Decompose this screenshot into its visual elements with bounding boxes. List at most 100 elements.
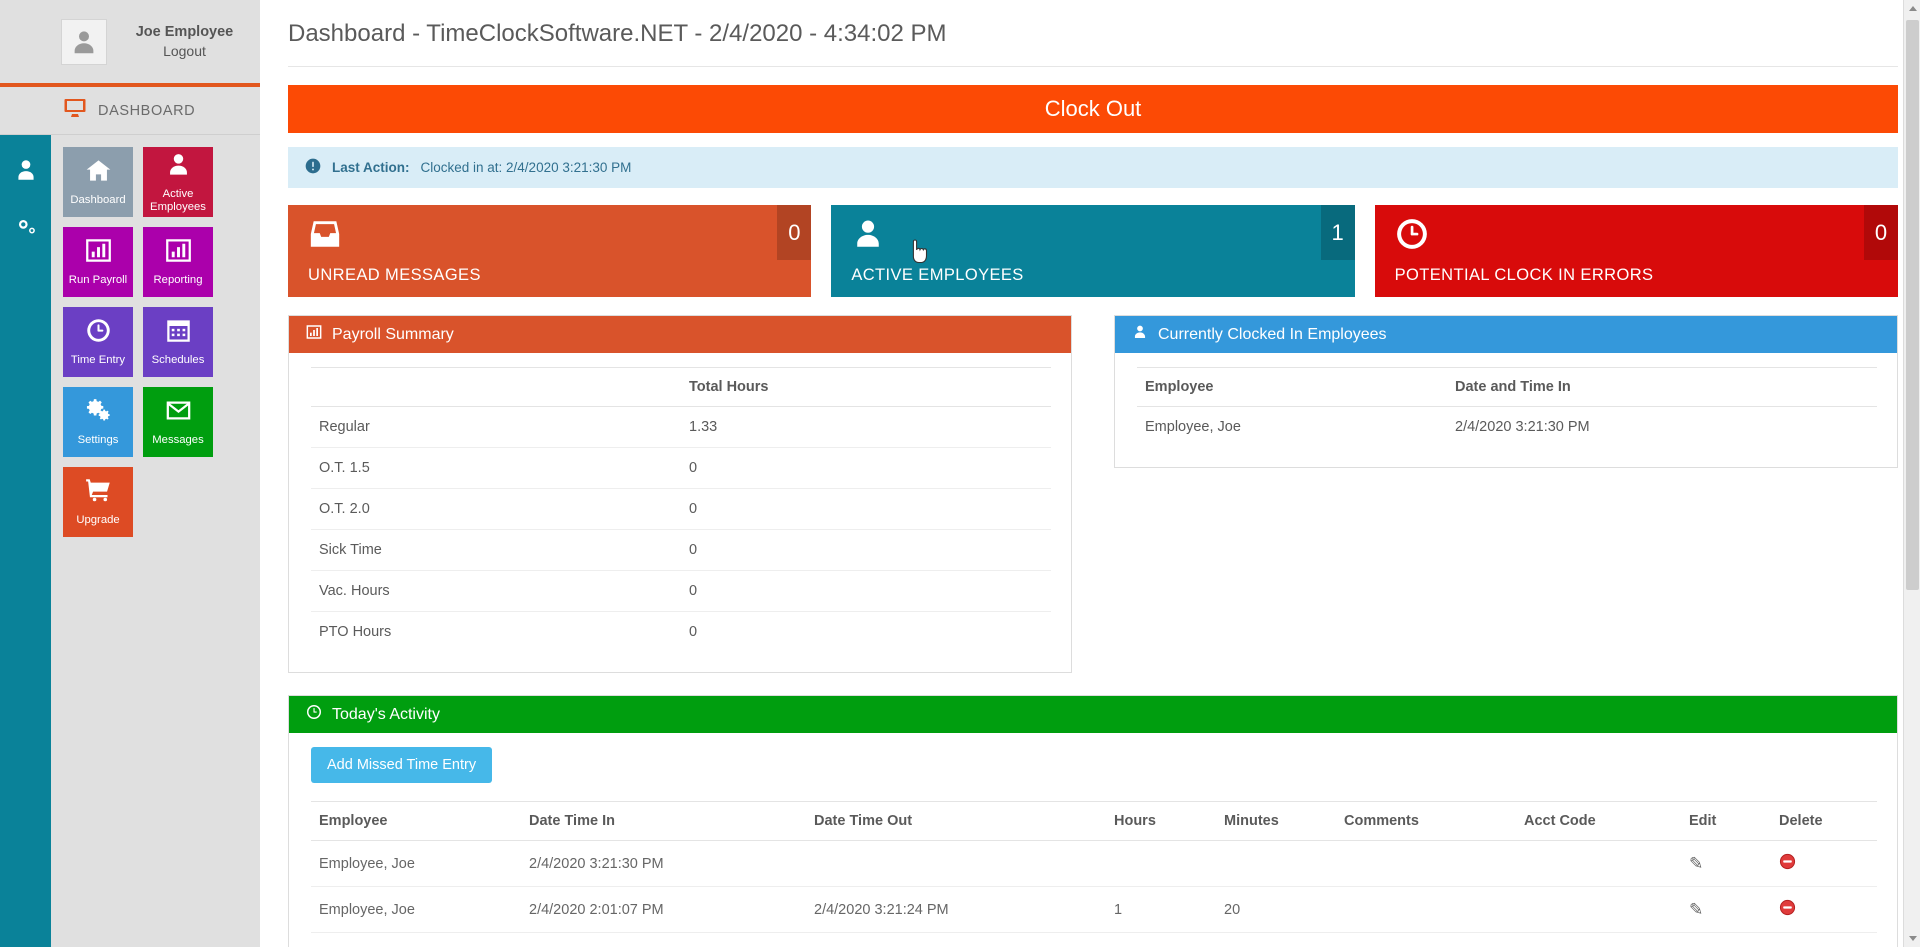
sidebar-item-label: Settings [77,434,119,446]
currently-clocked-in-header: Currently Clocked In Employees [1115,316,1897,353]
avatar [61,18,107,65]
rail-gears-icon[interactable] [11,211,41,241]
column-header-comments: Comments [1336,801,1516,841]
stat-card-unread-messages[interactable]: UNREAD MESSAGES 0 [288,205,812,297]
sidebar-item-run-payroll[interactable]: Run Payroll [63,227,133,297]
currently-clocked-in-title: Currently Clocked In Employees [1158,325,1387,343]
column-header-total-hours: Total Hours [681,367,1051,407]
column-header-blank [311,367,681,407]
cell-comments [1336,840,1516,887]
cell-edit: ✎ [1681,886,1771,933]
sidebar: Joe Employee Logout DASHBOARD Dashboard … [51,0,260,947]
column-header-delete: Delete [1771,801,1877,841]
user-meta: Joe Employee Logout [119,23,250,60]
sidebar-item-schedules[interactable]: Schedules [143,307,213,377]
cell-date-time-in: 2/4/2020 2:01:07 PM [521,886,806,933]
payroll-summary-panel: Payroll Summary Total Hours Regular 1.33… [288,315,1072,673]
row-label: Vac. Hours [311,570,681,612]
sidebar-tiles: Dashboard Active Employees Run Payroll R… [51,135,260,537]
column-header-employee: Employee [311,801,521,841]
column-header-date-time-out: Date Time Out [806,801,1106,841]
rail-spacer-mid [0,87,51,135]
last-action-label: Last Action: [332,160,410,175]
chevron-up-icon [1908,6,1917,11]
user-icon [831,205,1354,256]
cell-date-time-out: 2/4/2020 3:21:24 PM [806,886,1106,933]
clock-icon [85,317,112,349]
cell-minutes: 20 [1216,886,1336,933]
todays-activity-header: Today's Activity [289,696,1897,733]
scroll-up-button[interactable] [1904,0,1920,17]
delete-circle-icon[interactable] [1779,899,1796,920]
stat-card-potential-clock-in-errors[interactable]: POTENTIAL CLOCK IN ERRORS 0 [1374,205,1898,297]
sidebar-item-reporting[interactable]: Reporting [143,227,213,297]
pencil-icon[interactable]: ✎ [1689,900,1703,919]
chart-bar-icon [85,237,112,269]
table-row: PTO Hours 0 [311,612,1051,653]
column-header-minutes: Minutes [1216,801,1336,841]
row-label: PTO Hours [319,624,392,640]
cell-acct-code [1516,840,1681,887]
payroll-summary-table: Total Hours Regular 1.33 O.T. 1.5 0 O.T.… [311,367,1051,652]
table-row: Sick Time 0 [311,529,1051,571]
cell-minutes [1216,840,1336,887]
cell-employee: Employee, Joe [311,886,521,933]
page-title: Dashboard - TimeClockSoftware.NET - 2/4/… [288,0,1898,67]
add-missed-time-entry-button[interactable]: Add Missed Time Entry [311,747,493,783]
rail-nav [0,135,51,947]
page-scrollbar[interactable] [1903,0,1920,947]
currently-clocked-in-table: Employee Date and Time In Employee, Joe … [1137,367,1877,447]
table-header-row: Total Hours [311,367,1051,407]
scroll-down-button[interactable] [1904,930,1920,947]
stat-card-active-employees[interactable]: ACTIVE EMPLOYEES 1 [831,205,1355,297]
stat-label: ACTIVE EMPLOYEES [851,266,1024,284]
cell-delete [1771,840,1877,887]
cell-comments [1336,886,1516,933]
logout-link[interactable]: Logout [119,42,250,60]
mid-panel-row: Payroll Summary Total Hours Regular 1.33… [288,315,1898,673]
sidebar-item-settings[interactable]: Settings [63,387,133,457]
cell-employee: Employee, Joe [311,840,521,887]
scrollbar-thumb[interactable] [1906,20,1919,590]
table-row: Employee, Joe 2/4/2020 3:21:30 PM ✎ [311,840,1877,887]
sidebar-item-label: Reporting [153,274,203,286]
sidebar-section-title: DASHBOARD [98,102,196,119]
user-block: Joe Employee Logout [51,0,260,83]
table-row: Regular 1.33 [311,406,1051,448]
currently-clocked-in-panel: Currently Clocked In Employees Employee … [1114,315,1898,468]
clock-icon [306,704,322,725]
pencil-icon[interactable]: ✎ [1689,854,1703,873]
sidebar-item-messages[interactable]: Messages [143,387,213,457]
todays-activity-panel: Today's Activity Add Missed Time Entry E… [288,695,1898,947]
delete-circle-icon[interactable] [1779,853,1796,874]
cell-edit: ✎ [1681,840,1771,887]
sidebar-item-dashboard[interactable]: Dashboard [63,147,133,217]
payroll-summary-header: Payroll Summary [289,316,1071,353]
stat-card-row: UNREAD MESSAGES 0 ACTIVE EMPLOYEES 1 POT… [288,205,1898,297]
sidebar-item-active-employees[interactable]: Active Employees [143,147,213,217]
stat-count: 0 [777,205,812,260]
calendar-icon [165,317,192,349]
table-row: Employee, Joe 2/4/2020 2:01:07 PM 2/4/20… [311,886,1877,933]
main-content: Dashboard - TimeClockSoftware.NET - 2/4/… [260,0,1920,947]
sidebar-item-label: Run Payroll [68,274,128,286]
table-row: O.T. 1.5 0 [311,447,1051,489]
sidebar-item-label: Messages [152,434,204,446]
clock-out-button[interactable]: Clock Out [288,85,1898,133]
envelope-icon [165,397,192,429]
sidebar-item-label: Time Entry [70,354,126,366]
cell-datetime-in: 2/4/2020 3:21:30 PM [1455,419,1590,435]
row-value: 0 [681,529,1051,571]
row-value: 1.33 [681,406,1051,448]
sidebar-item-upgrade[interactable]: Upgrade [63,467,133,537]
sidebar-item-label: Schedules [151,354,205,366]
sidebar-item-time-entry[interactable]: Time Entry [63,307,133,377]
todays-activity-body: Add Missed Time Entry Employee Date Time… [289,733,1897,947]
row-value: 0 [681,447,1051,489]
column-header-acct-code: Acct Code [1516,801,1681,841]
column-header-hours: Hours [1106,801,1216,841]
row-label: Sick Time [311,529,681,571]
table-row: Employee, Joe 2/4/2020 3:21:30 PM [1137,407,1877,448]
gears-icon [85,397,112,429]
rail-user-icon[interactable] [11,155,41,185]
